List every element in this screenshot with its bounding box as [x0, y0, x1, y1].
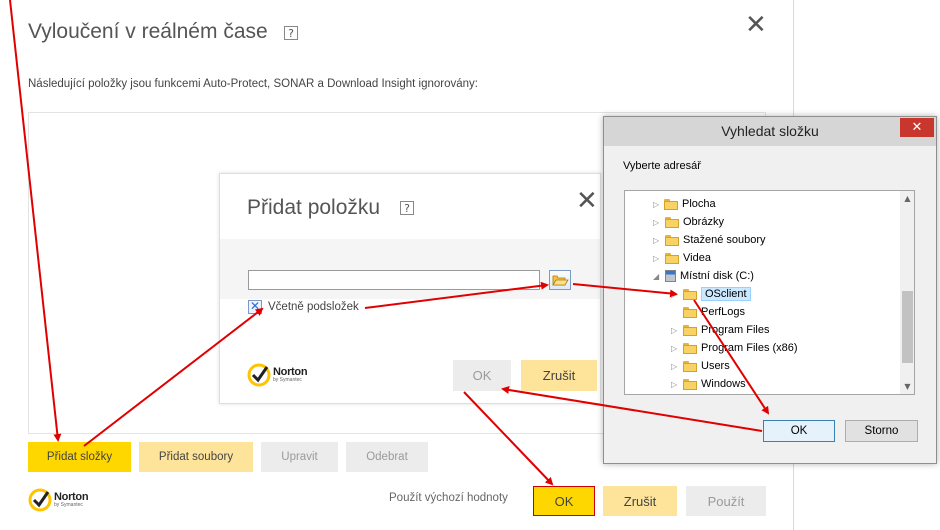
tree-item-pictures[interactable]: ▷ Obrázky [653, 213, 724, 231]
videos-folder-icon [665, 252, 679, 264]
browse-prompt: Vyberte adresář [623, 160, 701, 172]
browse-title: Vyhledat složku [721, 123, 819, 139]
apply-button[interactable]: Použít [686, 486, 766, 516]
vertical-scrollbar[interactable]: ▲ ▼ [900, 191, 914, 394]
tree-item-program-files[interactable]: ▷ Program Files [671, 321, 769, 339]
browse-ok-button[interactable]: OK [763, 420, 835, 442]
tree-item-osclient[interactable]: ▷ OSclient [671, 285, 751, 303]
use-defaults-link[interactable]: Použít výchozí hodnoty [389, 492, 508, 504]
local-disk-icon [665, 270, 676, 282]
ok-button[interactable]: OK [533, 486, 595, 516]
tree-item-users[interactable]: ▷ Users [671, 357, 730, 375]
norton-brand: Norton [54, 491, 89, 503]
expand-icon[interactable]: ▷ [671, 326, 683, 335]
remove-button[interactable]: Odebrat [346, 442, 428, 472]
expand-icon[interactable]: ▷ [653, 218, 665, 227]
desktop-folder-icon [664, 198, 678, 210]
folder-icon [683, 306, 697, 318]
scroll-up-icon[interactable]: ▲ [900, 191, 914, 206]
close-icon[interactable]: ✕ [745, 12, 767, 38]
folder-path-input[interactable] [248, 270, 540, 290]
tree-item-label: Windows [701, 378, 746, 390]
add-item-ok-button[interactable]: OK [453, 360, 511, 391]
folder-icon [683, 378, 697, 390]
close-icon[interactable]: ✕ [900, 118, 934, 137]
tree-item-perflogs[interactable]: PerfLogs [683, 303, 745, 321]
scrollbar-thumb[interactable] [902, 291, 913, 363]
help-icon[interactable]: ? [284, 26, 298, 40]
pictures-folder-icon [665, 216, 679, 228]
tree-item-videos[interactable]: ▷ Videa [653, 249, 711, 267]
expand-icon[interactable]: ▷ [653, 236, 665, 245]
add-item-band [220, 239, 600, 299]
tree-item-local-disk[interactable]: ◢ Místní disk (C:) [653, 267, 754, 285]
browse-cancel-button[interactable]: Storno [845, 420, 918, 442]
tree-item-label: Místní disk (C:) [680, 270, 754, 282]
tree-item-desktop[interactable]: ▷ Plocha [653, 195, 716, 213]
folder-icon [683, 324, 697, 336]
folder-icon [683, 342, 697, 354]
tree-item-label: Obrázky [683, 216, 724, 228]
tree-item-label: Program Files [701, 324, 770, 336]
browse-folder-button[interactable] [549, 270, 571, 290]
tree-item-windows[interactable]: ▷ Windows [671, 375, 746, 393]
tree-item-label: OSclient [701, 287, 751, 301]
tree-item-label: Plocha [682, 198, 716, 210]
include-subfolders-checkbox[interactable]: ✕ [248, 300, 262, 314]
tree-item-downloads[interactable]: ▷ Stažené soubory [653, 231, 766, 249]
norton-check-icon [28, 488, 52, 512]
help-icon[interactable]: ? [400, 201, 414, 215]
tree-item-label: Program Files (x86) [701, 342, 798, 354]
collapse-icon[interactable]: ◢ [653, 272, 665, 281]
add-folders-button[interactable]: Přidat složky [28, 442, 131, 472]
tree-item-label: Stažené soubory [683, 234, 766, 246]
browse-folder-dialog: Vyhledat složku ✕ Vyberte adresář ▷ Ploc… [603, 116, 937, 464]
add-files-button[interactable]: Přidat soubory [139, 442, 253, 472]
tree-item-label: PerfLogs [701, 306, 746, 318]
exclusions-description: Následující položky jsou funkcemi Auto-P… [28, 78, 478, 90]
folder-icon [683, 288, 697, 300]
expand-icon[interactable]: ▷ [653, 254, 665, 263]
folder-icon [683, 360, 697, 372]
cancel-button[interactable]: Zrušit [603, 486, 677, 516]
downloads-folder-icon [665, 234, 679, 246]
norton-logo: Norton by Symantec [247, 363, 308, 387]
expand-icon[interactable]: ▷ [671, 380, 683, 389]
tree-item-label: Videa [683, 252, 711, 264]
add-item-cancel-button[interactable]: Zrušit [521, 360, 597, 391]
include-subfolders-label: Včetně podsložek [268, 301, 359, 313]
scroll-down-icon[interactable]: ▼ [900, 379, 914, 394]
expand-icon[interactable]: ▷ [671, 290, 683, 299]
norton-brand: Norton [273, 366, 308, 378]
edit-button[interactable]: Upravit [261, 442, 338, 472]
add-item-dialog: Přidat položku ? ✕ ✕ Včetně podsložek No… [219, 173, 601, 404]
add-item-title: Přidat položku [247, 196, 381, 219]
expand-icon[interactable]: ▷ [671, 362, 683, 371]
norton-check-icon [247, 363, 271, 387]
tree-item-program-files-x86[interactable]: ▷ Program Files (x86) [671, 339, 798, 357]
open-folder-icon [552, 275, 569, 286]
expand-icon[interactable]: ▷ [671, 344, 683, 353]
folder-tree[interactable]: ▷ Plocha ▷ Obrázky ▷ Stažené soubory ▷ V… [624, 190, 915, 395]
tree-item-label: Users [701, 360, 730, 372]
norton-logo: Norton by Symantec [28, 488, 89, 512]
close-icon[interactable]: ✕ [576, 188, 598, 214]
dialog-title: Vyloučení v reálném čase [28, 20, 268, 43]
